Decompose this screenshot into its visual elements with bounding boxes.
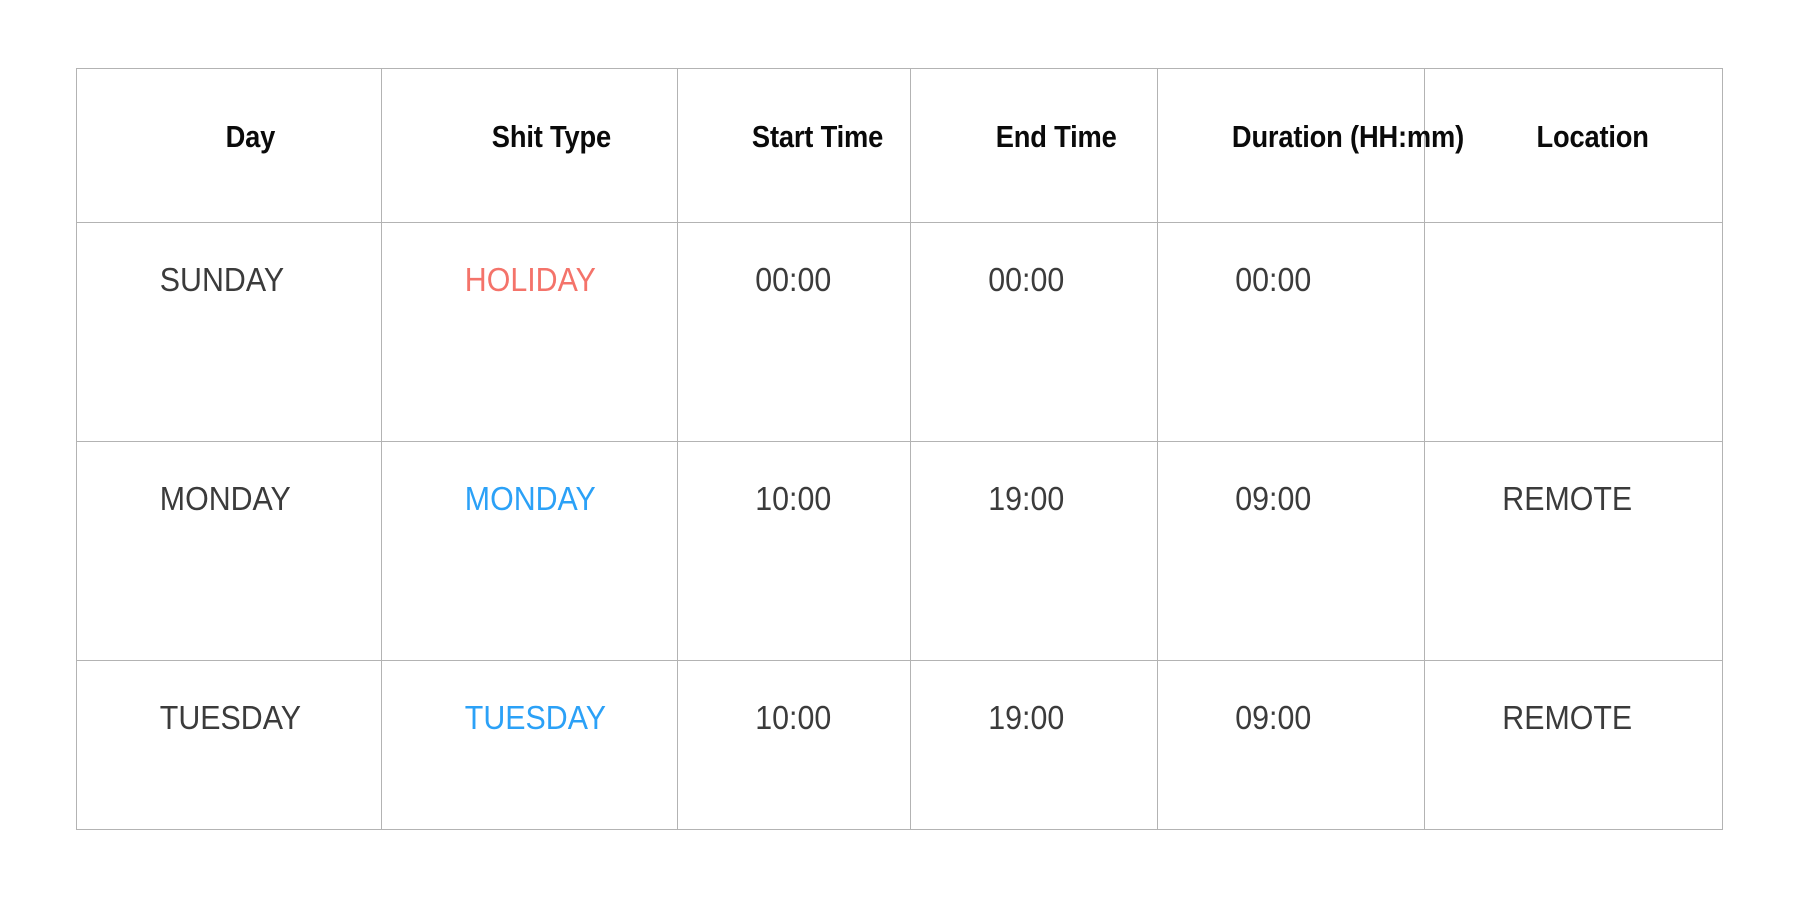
cell-duration: 00:00 — [1157, 222, 1425, 442]
table-row: MONDAY MONDAY 10:00 19:00 09:00 REMOTE — [76, 441, 1723, 661]
cell-day-value: SUNDAY — [159, 261, 285, 298]
column-header-end-time: End Time — [910, 68, 1158, 223]
table-body: SUNDAY HOLIDAY 00:00 00:00 00:00 MONDAY … — [76, 222, 1723, 830]
cell-day: TUESDAY — [76, 660, 382, 830]
cell-shit-type: HOLIDAY — [381, 222, 678, 442]
cell-location-value: REMOTE — [1502, 699, 1633, 736]
cell-end-time-value: 19:00 — [988, 699, 1065, 736]
cell-duration-value: 09:00 — [1235, 699, 1312, 736]
table-header: Day Shit Type Start Time End Time Durati… — [76, 68, 1723, 223]
cell-day: MONDAY — [76, 441, 382, 661]
column-header-shit-type: Shit Type — [381, 68, 678, 223]
column-header-duration: Duration (HH:mm) — [1157, 68, 1465, 223]
cell-location: REMOTE — [1424, 660, 1723, 830]
cell-location — [1424, 222, 1723, 442]
cell-location-value: REMOTE — [1502, 480, 1633, 517]
column-header-duration-label: Duration (HH:mm) — [1231, 119, 1465, 154]
column-header-day-label: Day — [225, 119, 276, 154]
cell-start-time: 10:00 — [677, 660, 911, 830]
cell-day-value: MONDAY — [159, 480, 291, 517]
cell-end-time-value: 19:00 — [988, 480, 1065, 517]
cell-shit-type-value: TUESDAY — [464, 699, 606, 736]
cell-start-time: 10:00 — [677, 441, 911, 661]
cell-end-time-value: 00:00 — [988, 261, 1065, 298]
cell-end-time: 00:00 — [910, 222, 1158, 442]
column-header-shit-type-label: Shit Type — [491, 119, 611, 154]
table-row: TUESDAY TUESDAY 10:00 19:00 09:00 REMOTE — [76, 660, 1723, 830]
schedule-table: Day Shit Type Start Time End Time Durati… — [76, 68, 1723, 830]
cell-shit-type-value: MONDAY — [464, 480, 596, 517]
column-header-location-label: Location — [1536, 119, 1649, 154]
cell-location: REMOTE — [1424, 441, 1723, 661]
column-header-location: Location — [1424, 68, 1723, 223]
cell-shit-type: MONDAY — [381, 441, 678, 661]
page-root: Day Shit Type Start Time End Time Durati… — [0, 0, 1800, 900]
column-header-end-time-label: End Time — [995, 119, 1117, 154]
column-header-day: Day — [76, 68, 382, 223]
cell-duration: 09:00 — [1157, 441, 1425, 661]
cell-day-value: TUESDAY — [159, 699, 301, 736]
cell-duration-value: 00:00 — [1235, 261, 1312, 298]
cell-end-time: 19:00 — [910, 660, 1158, 830]
cell-day: SUNDAY — [76, 222, 382, 442]
cell-start-time: 00:00 — [677, 222, 911, 442]
table-row: SUNDAY HOLIDAY 00:00 00:00 00:00 — [76, 222, 1723, 442]
cell-duration-value: 09:00 — [1235, 480, 1312, 517]
column-header-start-time-label: Start Time — [751, 119, 884, 154]
cell-duration: 09:00 — [1157, 660, 1425, 830]
cell-location-value — [1425, 223, 1698, 261]
cell-start-time-value: 00:00 — [755, 261, 832, 298]
cell-end-time: 19:00 — [910, 441, 1158, 661]
cell-shit-type: TUESDAY — [381, 660, 678, 830]
column-header-start-time: Start Time — [677, 68, 911, 223]
cell-start-time-value: 10:00 — [755, 480, 832, 517]
cell-shit-type-value: HOLIDAY — [464, 261, 596, 298]
cell-start-time-value: 10:00 — [755, 699, 832, 736]
header-row: Day Shit Type Start Time End Time Durati… — [76, 68, 1723, 223]
